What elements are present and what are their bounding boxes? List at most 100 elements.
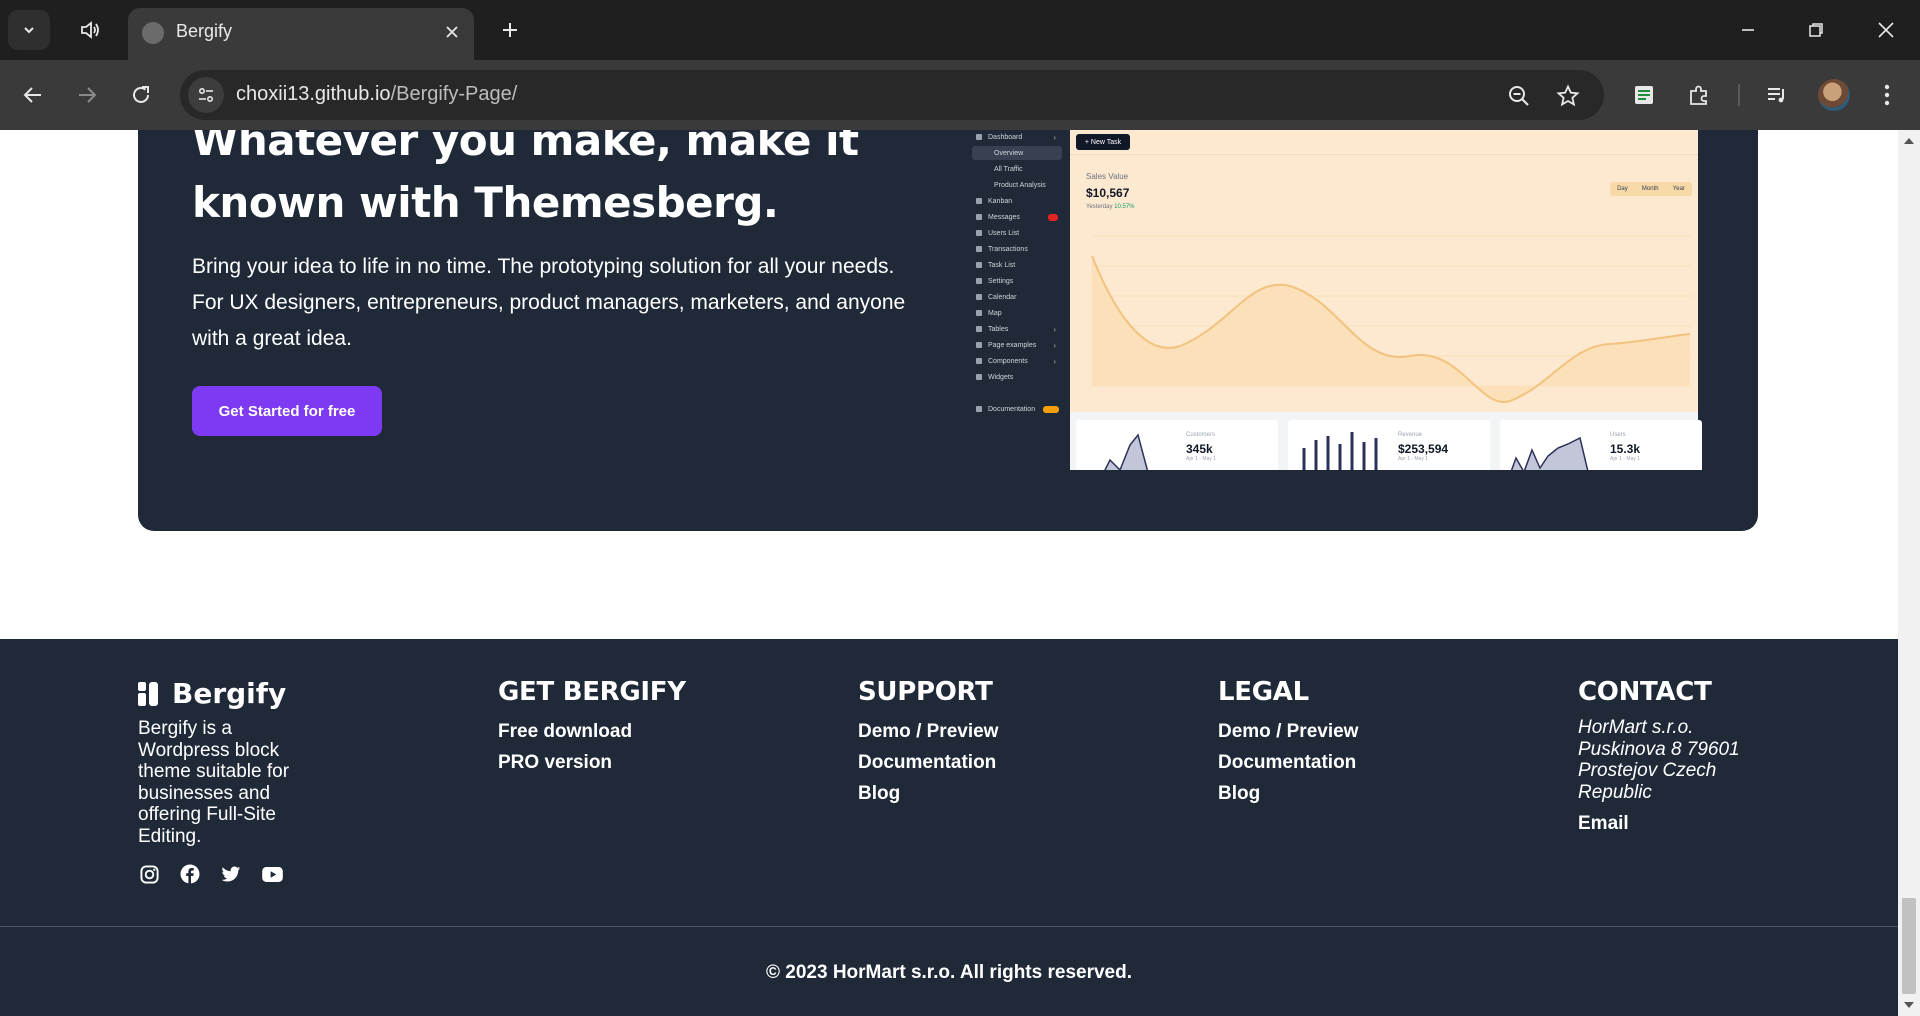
preview-nav-item: Product Analysis [994,181,1046,189]
footer-legal-column: LEGAL Demo / Preview Documentation Blog [1218,677,1518,805]
star-icon [1556,84,1580,107]
footer-link-free-download[interactable]: Free download [498,721,798,743]
preview-card-customers: Customers 345k Apr 1 - May 1 [1076,420,1278,470]
footer-contact-column: CONTACT HorMart s.r.o. Puskinova 8 79601… [1578,677,1878,835]
preview-sidebar: Dashboard › Overview All Traffic Product … [968,130,1066,470]
reload-icon [133,86,149,103]
globe-icon [142,22,164,44]
footer-link-email[interactable]: Email [1578,813,1878,835]
footer-support-column: SUPPORT Demo / Preview Documentation Blo… [858,677,1158,805]
browser-tab-bar: Bergify [0,0,1920,60]
footer-brand-description: Bergify is a Wordpress block theme suita… [138,718,290,847]
tab-audio-button[interactable] [70,12,110,48]
preview-stat-cards: Customers 345k Apr 1 - May 1 Revenue $25… [1076,420,1702,470]
close-icon [446,26,458,38]
restore-button[interactable] [1792,10,1840,50]
footer-link-pro-version[interactable]: PRO version [498,752,798,774]
page-viewport: Whatever you make, make it known with Th… [0,130,1898,1016]
preview-sales-value: $10,567 [1086,186,1130,200]
preview-nav-item: All Traffic [994,165,1023,173]
dashboard-preview-image: Dashboard › Overview All Traffic Product … [968,130,1742,470]
preview-card-users: Users 15.3k Apr 1 - May 1 [1500,420,1702,470]
reload-button[interactable] [122,76,160,114]
url-host: choxii13.github.io [236,83,391,105]
preview-card-revenue: Revenue $253,594 Apr 1 - May 1 [1288,420,1490,470]
preview-nav-item: Calendar [972,290,1062,304]
tab-close-button[interactable] [440,20,464,44]
browser-menu-button[interactable] [1870,78,1904,112]
preview-nav-item: Dashboard › [972,130,1062,144]
footer-link-demo-preview[interactable]: Demo / Preview [858,721,1158,743]
site-footer: Bergify Bergify is a Wordpress block the… [0,639,1898,1016]
preview-new-task-button: + New Task [1076,134,1130,150]
puzzle-icon [1690,85,1707,105]
close-window-button[interactable] [1862,10,1910,50]
media-control-button[interactable] [1760,78,1794,112]
profile-avatar[interactable] [1818,79,1850,111]
plus-icon [503,23,517,37]
footer-link-blog[interactable]: Blog [1218,783,1518,805]
facebook-icon[interactable] [179,863,201,885]
new-tab-button[interactable] [492,12,528,48]
address-bar[interactable]: choxii13.github.io/Bergify-Page/ [180,70,1604,120]
footer-link-documentation[interactable]: Documentation [1218,752,1518,774]
extensions-button[interactable] [1682,78,1716,112]
footer-brand-column: Bergify Bergify is a Wordpress block the… [138,677,438,885]
footer-heading-support: SUPPORT [858,677,993,707]
footer-link-blog[interactable]: Blog [858,783,1158,805]
site-info-button[interactable] [188,77,224,113]
youtube-icon[interactable] [261,863,283,885]
preview-nav-item: Settings [972,274,1062,288]
bergify-logo-icon [138,681,158,706]
footer-get-bergify-column: GET BERGIFY Free download PRO version [498,677,798,774]
preview-nav-item: Users List [972,226,1062,240]
hero-description: Bring your idea to life in no time. The … [192,255,906,350]
preview-sales-chart [1091,235,1692,404]
preview-nav-item: Messages [972,210,1062,224]
preview-nav-item: Widgets [972,370,1062,384]
footer-copyright: © 2023 HorMart s.r.o. All rights reserve… [766,962,1132,983]
preview-nav-item: Task List [972,258,1062,272]
tune-icon [198,87,214,103]
zoom-out-icon [1509,86,1529,106]
preview-nav-item: Map [972,306,1062,320]
get-started-button[interactable]: Get Started for free [192,386,382,436]
footer-link-demo-preview[interactable]: Demo / Preview [1218,721,1518,743]
arrow-right-icon [79,87,97,103]
preview-nav-item: Documentation [972,402,1062,416]
preview-sales-sub: Yesterday 10.57% [1086,204,1135,210]
browser-toolbar: choxii13.github.io/Bergify-Page/ [0,60,1920,130]
preview-nav-item: Kanban [972,194,1062,208]
minimize-button[interactable] [1724,10,1772,50]
twitter-icon[interactable] [220,863,242,885]
bookmark-button[interactable] [1553,81,1583,111]
hero-title: Whatever you make, make it known with Th… [192,130,859,227]
preview-nav-item: Page examples › [972,338,1062,352]
spreadsheet-icon [1635,86,1653,104]
preview-sales-label: Sales Value [1086,172,1129,181]
preview-nav-item: Components › [972,354,1062,368]
scroll-down-arrow-icon[interactable] [1904,1002,1914,1008]
footer-logo[interactable]: Bergify [138,677,438,710]
footer-link-documentation[interactable]: Documentation [858,752,1158,774]
zoom-button[interactable] [1504,81,1534,111]
instagram-icon[interactable] [138,863,160,885]
more-vertical-icon [1884,84,1890,106]
speaker-icon [81,21,99,39]
page-scrollbar[interactable] [1898,130,1920,1016]
browser-tab[interactable]: Bergify [128,8,474,60]
sheets-extension-button[interactable] [1627,78,1661,112]
chevron-down-icon [24,27,34,34]
footer-divider [0,926,1898,927]
minimize-icon [1742,29,1754,31]
back-button[interactable] [14,76,52,114]
scroll-up-arrow-icon[interactable] [1904,138,1914,144]
scrollbar-thumb[interactable] [1902,898,1916,994]
footer-brand-name: Bergify [172,677,287,710]
preview-nav-item: Transactions [972,242,1062,256]
preview-nav-item: Overview [972,146,1062,160]
tab-search-button[interactable] [8,10,50,50]
preview-main: + New Task Sales Value $10,567 Yesterday… [1070,130,1702,470]
forward-button[interactable] [68,76,106,114]
restore-icon [1809,23,1823,37]
